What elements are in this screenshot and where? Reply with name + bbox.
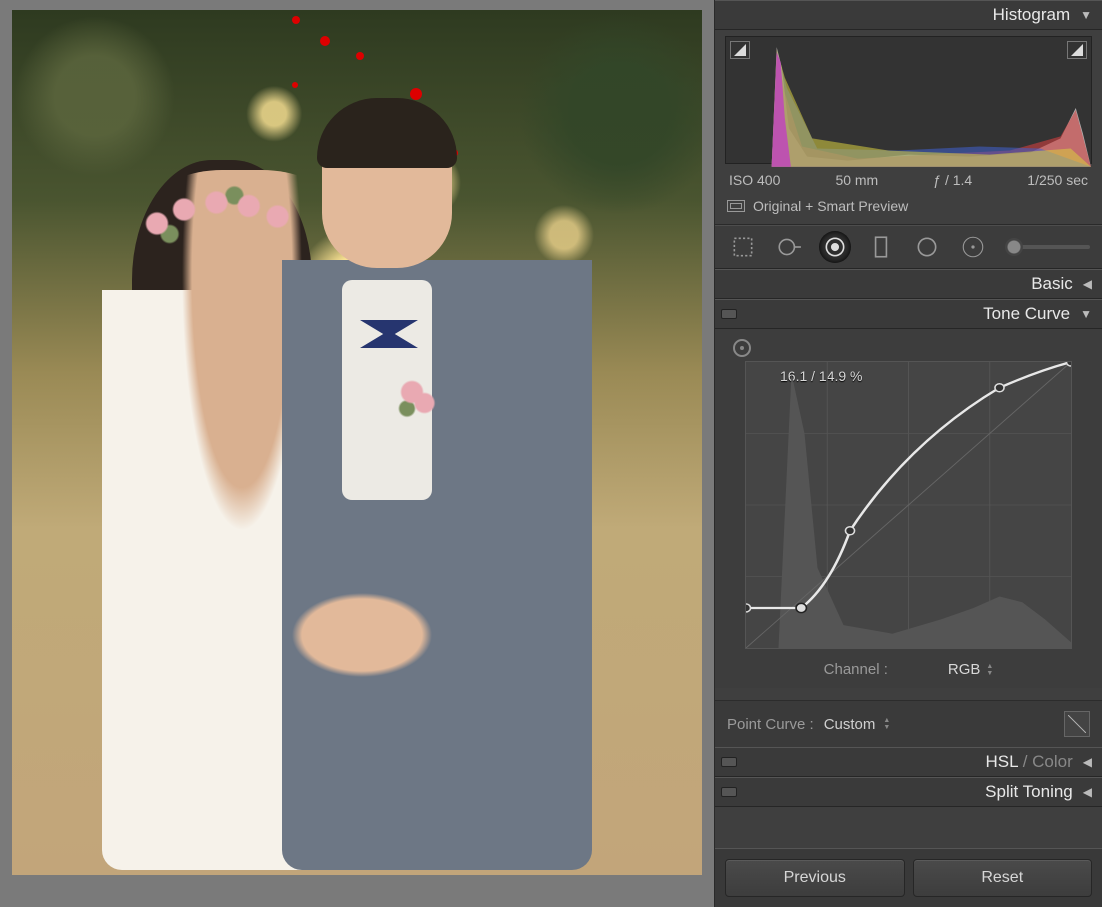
exif-shutter: 1/250 sec [1027, 172, 1088, 188]
hsl-panel-header[interactable]: HSL / Color ◀ [715, 747, 1102, 777]
histogram-panel-header[interactable]: Histogram ▼ [715, 0, 1102, 30]
point-curve-selector[interactable]: Custom ▲▼ [824, 716, 891, 733]
graduated-filter-tool-icon[interactable] [865, 231, 897, 263]
point-curve-label: Point Curve : [727, 716, 814, 733]
smart-preview-icon [727, 200, 745, 212]
previous-button[interactable]: Previous [725, 859, 905, 897]
chevron-left-icon: ◀ [1083, 277, 1092, 291]
tool-size-slider[interactable] [1007, 245, 1090, 249]
panel-toggle-switch[interactable] [721, 309, 737, 319]
crop-tool-icon[interactable] [727, 231, 759, 263]
clipping-overlay-dot [410, 88, 422, 100]
image-preview-area [0, 0, 714, 907]
hsl-label-suffix: Color [1032, 752, 1073, 771]
split-toning-panel-header[interactable]: Split Toning ◀ [715, 777, 1102, 807]
reset-button-label: Reset [981, 869, 1023, 887]
subject-hands [262, 575, 462, 695]
local-adjustment-toolstrip [715, 225, 1102, 269]
clipping-overlay-dot [356, 52, 364, 60]
tone-curve-svg [746, 362, 1071, 648]
exif-iso: ISO 400 [729, 172, 780, 188]
updown-icon: ▲▼ [986, 663, 993, 677]
hsl-label-prefix: HSL [986, 752, 1018, 771]
exif-info-row: ISO 400 50 mm ƒ / 1.4 1/250 sec [715, 168, 1102, 194]
channel-selector[interactable]: RGB ▲▼ [948, 661, 993, 678]
point-curve-toggle-icon[interactable] [1064, 711, 1090, 737]
clipping-overlay-dot [320, 36, 330, 46]
channel-label: Channel : [824, 661, 888, 678]
clipping-overlay-dot [292, 82, 298, 88]
tone-curve-editor[interactable]: 16.1 / 14.9 % [745, 361, 1072, 649]
tone-curve-panel-header[interactable]: Tone Curve ▼ [715, 299, 1102, 329]
radial-filter-tool-icon[interactable] [911, 231, 943, 263]
preview-status-row[interactable]: Original + Smart Preview [715, 194, 1102, 225]
preview-image[interactable] [12, 10, 702, 875]
spot-removal-tool-icon[interactable] [773, 231, 805, 263]
panel-toggle-switch[interactable] [721, 787, 737, 797]
tone-curve-panel-body: 16.1 / 14.9 % [715, 329, 1102, 688]
clipping-overlay-dot [292, 16, 300, 24]
chevron-down-icon: ▼ [1080, 8, 1092, 22]
chevron-down-icon: ▼ [1080, 307, 1092, 321]
updown-icon: ▲▼ [883, 717, 890, 731]
previous-button-label: Previous [784, 869, 846, 887]
basic-panel-header[interactable]: Basic ◀ [715, 269, 1102, 299]
chevron-left-icon: ◀ [1083, 755, 1092, 769]
chevron-left-icon: ◀ [1083, 785, 1092, 799]
point-curve-row: Point Curve : Custom ▲▼ [715, 700, 1102, 747]
targeted-adjustment-icon[interactable] [733, 339, 751, 357]
hsl-panel-label: HSL / Color [986, 752, 1073, 772]
histogram-panel-label: Histogram [993, 5, 1070, 25]
split-toning-panel-label: Split Toning [985, 782, 1073, 802]
basic-panel-label: Basic [1031, 274, 1073, 294]
tone-curve-panel-label: Tone Curve [983, 304, 1070, 324]
panel-toggle-switch[interactable] [721, 757, 737, 767]
exif-aperture: ƒ / 1.4 [933, 172, 972, 188]
tone-curve-channel-row: Channel : RGB ▲▼ [727, 649, 1090, 678]
exif-focal-length: 50 mm [835, 172, 878, 188]
redeye-tool-icon[interactable] [819, 231, 851, 263]
point-curve-value: Custom [824, 716, 876, 733]
develop-right-panel: Histogram ▼ ISO 400 50 mm ƒ / 1.4 1/250 … [714, 0, 1102, 907]
reset-button[interactable]: Reset [913, 859, 1093, 897]
channel-value: RGB [948, 661, 981, 678]
histogram-chart[interactable] [725, 36, 1092, 164]
preview-status-label: Original + Smart Preview [753, 198, 908, 214]
adjustment-brush-tool-icon[interactable] [957, 231, 989, 263]
develop-bottom-buttons: Previous Reset [715, 848, 1102, 907]
subject-boutonniere [392, 370, 442, 425]
histogram-svg [726, 37, 1091, 167]
hsl-label-separator: / [1018, 752, 1032, 771]
